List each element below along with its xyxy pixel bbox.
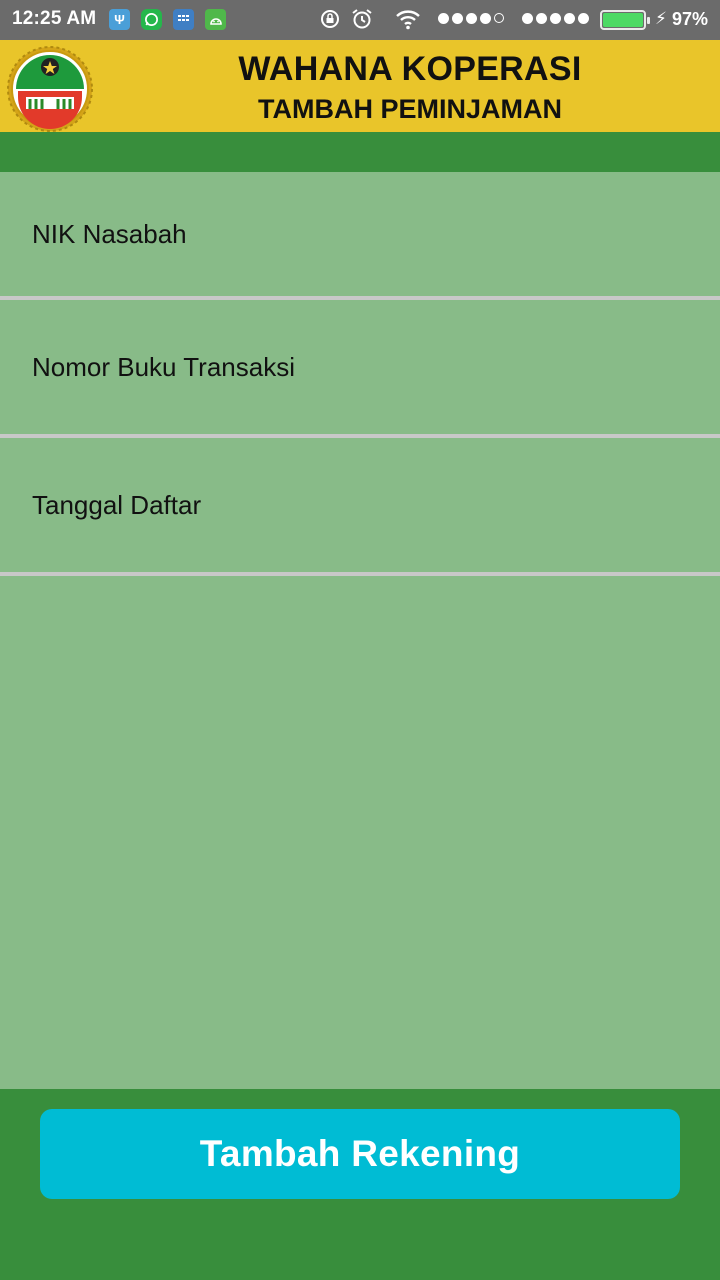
usb-icon: Ψ (109, 9, 130, 30)
tanggal-daftar-input[interactable] (32, 438, 692, 572)
nomor-buku-field-row (0, 300, 720, 438)
header-divider (0, 132, 720, 172)
app-title: WAHANA KOPERASI (238, 50, 582, 88)
tanggal-field-row (0, 438, 720, 576)
nik-input[interactable] (32, 172, 692, 296)
status-bar: 12:25 AM Ψ ⚡ 97% (0, 0, 720, 40)
nomor-buku-input[interactable] (32, 300, 692, 434)
signal-icon (438, 13, 504, 24)
koperasi-logo (7, 46, 93, 132)
page-title: TAMBAH PEMINJAMAN (258, 94, 562, 124)
rotation-lock-icon (321, 10, 339, 28)
alarm-icon (352, 9, 372, 29)
wifi-icon (396, 10, 420, 30)
android-icon (205, 9, 226, 30)
nik-field-row (0, 172, 720, 300)
battery-icon (600, 10, 650, 30)
bbm-icon (173, 9, 194, 30)
tambah-rekening-button[interactable]: Tambah Rekening (40, 1109, 680, 1199)
charging-icon: ⚡ (655, 9, 667, 28)
signal-icon-2 (522, 13, 589, 24)
battery-percent: 97% (672, 9, 709, 29)
whatsapp-icon (141, 9, 162, 30)
status-time: 12:25 AM (12, 8, 97, 29)
app-header: WAHANA KOPERASI TAMBAH PEMINJAMAN (0, 40, 720, 132)
